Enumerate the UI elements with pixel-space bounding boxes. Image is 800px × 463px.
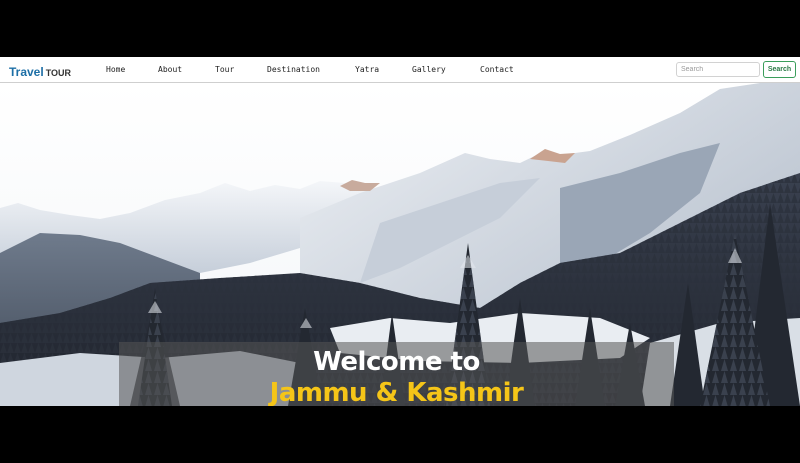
brand-logo[interactable]: Travel TOUR xyxy=(9,63,71,81)
hero-title-line1: Welcome to xyxy=(313,347,480,377)
browser-viewport: Travel TOUR Home About Tour Destination Y… xyxy=(0,57,800,406)
nav-gallery[interactable]: Gallery xyxy=(412,65,446,74)
hero-caption: Welcome to Jammu & Kashmir xyxy=(119,342,674,406)
nav-contact[interactable]: Contact xyxy=(480,65,514,74)
hero-title-line2: Jammu & Kashmir xyxy=(269,378,524,406)
navbar: Travel TOUR Home About Tour Destination Y… xyxy=(0,57,800,83)
nav-about[interactable]: About xyxy=(158,65,182,74)
nav-home[interactable]: Home xyxy=(106,65,125,74)
hero-banner: Welcome to Jammu & Kashmir xyxy=(0,83,800,406)
search-input[interactable] xyxy=(676,62,760,77)
nav-destination[interactable]: Destination xyxy=(267,65,320,74)
nav-yatra[interactable]: Yatra xyxy=(355,65,379,74)
nav-tour[interactable]: Tour xyxy=(215,65,234,74)
brand-primary: Travel xyxy=(9,65,44,79)
brand-secondary: TOUR xyxy=(45,68,72,78)
search-button[interactable]: Search xyxy=(763,61,796,78)
